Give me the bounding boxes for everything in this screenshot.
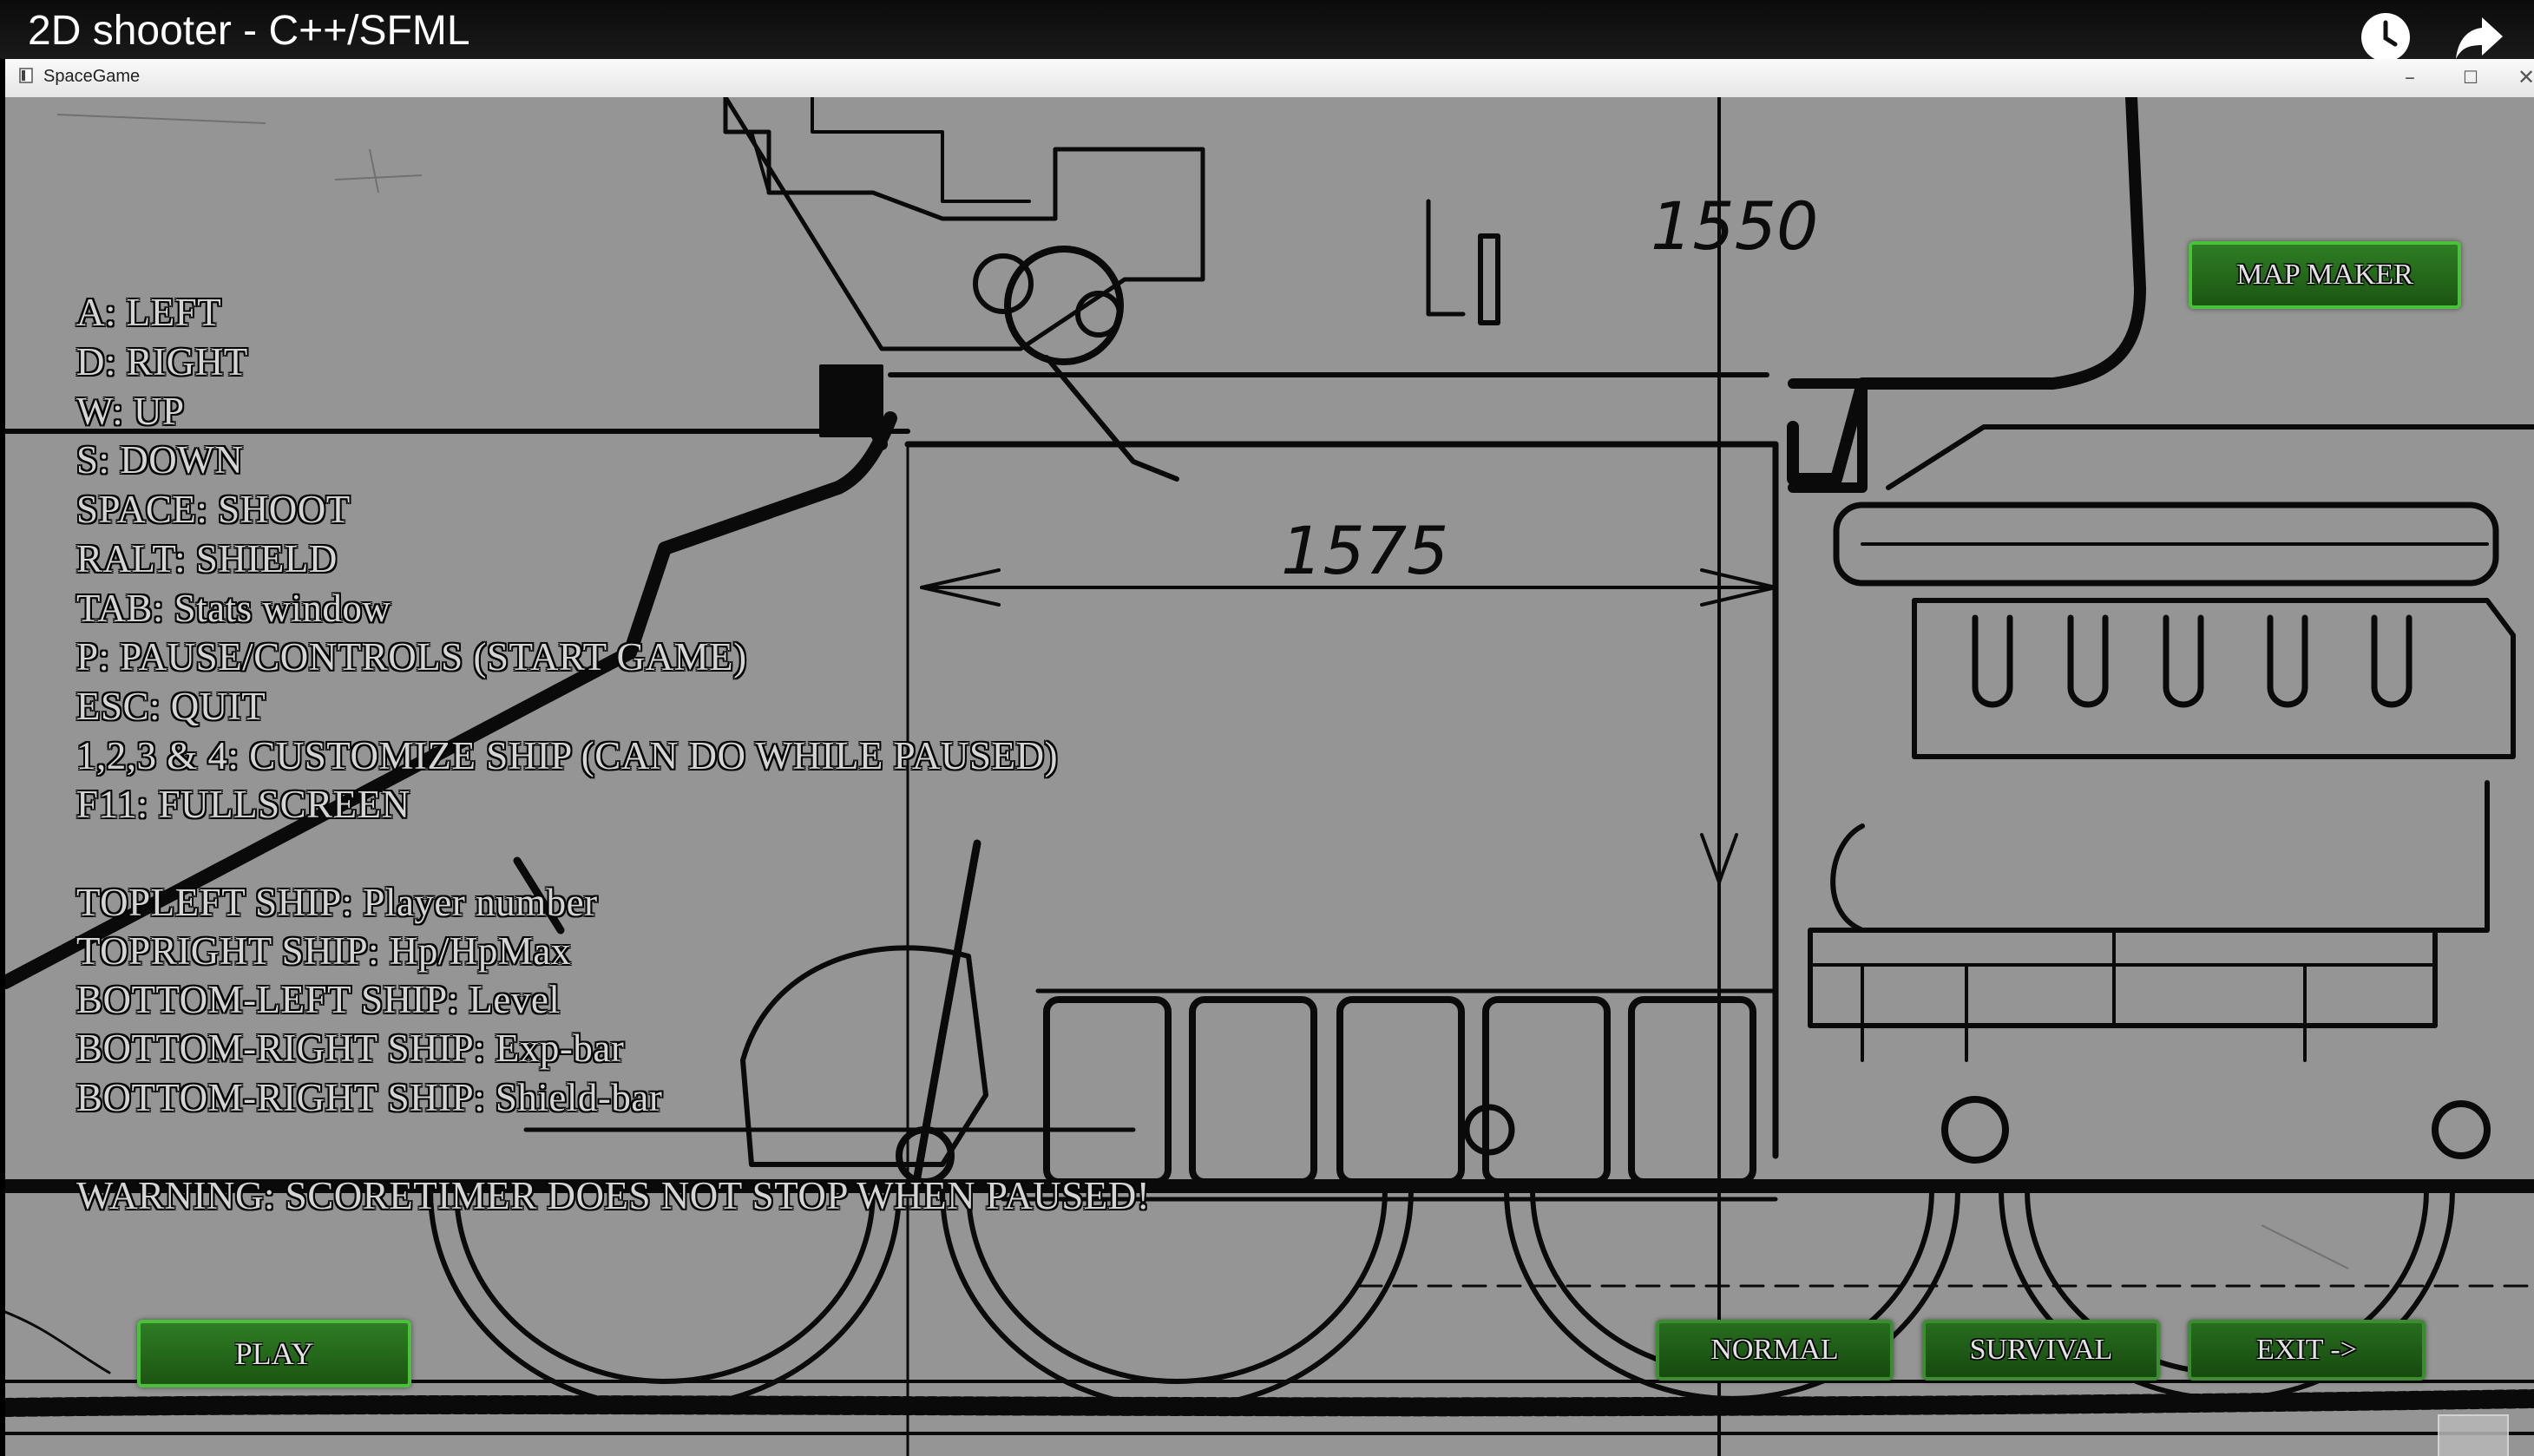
- info-line-shield-bar: BOTTOM-RIGHT SHIP: Shield-bar: [76, 1076, 663, 1119]
- info-line-exp-bar: BOTTOM-RIGHT SHIP: Exp-bar: [76, 1026, 625, 1070]
- info-line-player-number: TOPLEFT SHIP: Player number: [76, 881, 598, 924]
- normal-mode-button[interactable]: NORMAL: [1656, 1320, 1894, 1381]
- control-line-fullscreen: F11: FULLSCREEN: [76, 783, 410, 826]
- exit-button[interactable]: EXIT ->: [2188, 1320, 2426, 1381]
- control-line-left: A: LEFT: [76, 291, 222, 334]
- map-maker-button[interactable]: MAP MAKER: [2189, 241, 2461, 309]
- app-icon: [19, 68, 33, 83]
- window-title: SpaceGame: [43, 67, 141, 86]
- control-line-shield: RALT: SHIELD: [76, 537, 338, 580]
- warning-line: WARNING: SCORETIMER DOES NOT STOP WHEN P…: [76, 1174, 1151, 1217]
- control-line-quit: ESC: QUIT: [76, 685, 266, 728]
- control-line-shoot: SPACE: SHOOT: [76, 488, 351, 531]
- clock-icon[interactable]: [2359, 10, 2413, 64]
- info-line-hp: TOPRIGHT SHIP: Hp/HpMax: [76, 929, 571, 973]
- video-title: 2D shooter - C++/SFML: [28, 8, 470, 54]
- control-line-stats: TAB: Stats window: [76, 587, 391, 630]
- control-line-right: D: RIGHT: [76, 340, 248, 384]
- info-line-level: BOTTOM-LEFT SHIP: Level: [76, 978, 561, 1021]
- dimension-label-1550: 1550: [1651, 187, 1819, 265]
- maximize-button[interactable]: ☐: [2449, 62, 2492, 92]
- control-line-pause: P: PAUSE/CONTROLS (START GAME): [76, 635, 747, 679]
- control-line-up: W: UP: [76, 390, 185, 433]
- share-arrow-icon[interactable]: [2452, 10, 2506, 64]
- survival-mode-button[interactable]: SURVIVAL: [1922, 1320, 2160, 1381]
- game-canvas[interactable]: 1550 1575 A: LEFT D: RIGHT W: UP S: DOWN…: [5, 97, 2534, 1456]
- minimize-button[interactable]: –: [2388, 62, 2432, 92]
- control-line-down: S: DOWN: [76, 438, 244, 482]
- control-line-customize: 1,2,3 & 4: CUSTOMIZE SHIP (CAN DO WHILE …: [76, 734, 1059, 777]
- play-button[interactable]: PLAY: [137, 1320, 411, 1387]
- window-titlebar: SpaceGame – ☐ ✕: [5, 59, 2534, 98]
- video-thumbnail-preview[interactable]: [2438, 1414, 2509, 1456]
- game-window: SpaceGame – ☐ ✕ 1550 1575 A: LEFT D: RIG…: [5, 59, 2534, 1456]
- dimension-label-1575: 1575: [1281, 512, 1449, 589]
- close-button[interactable]: ✕: [2504, 62, 2534, 92]
- video-top-bar: 2D shooter - C++/SFML: [0, 0, 2534, 62]
